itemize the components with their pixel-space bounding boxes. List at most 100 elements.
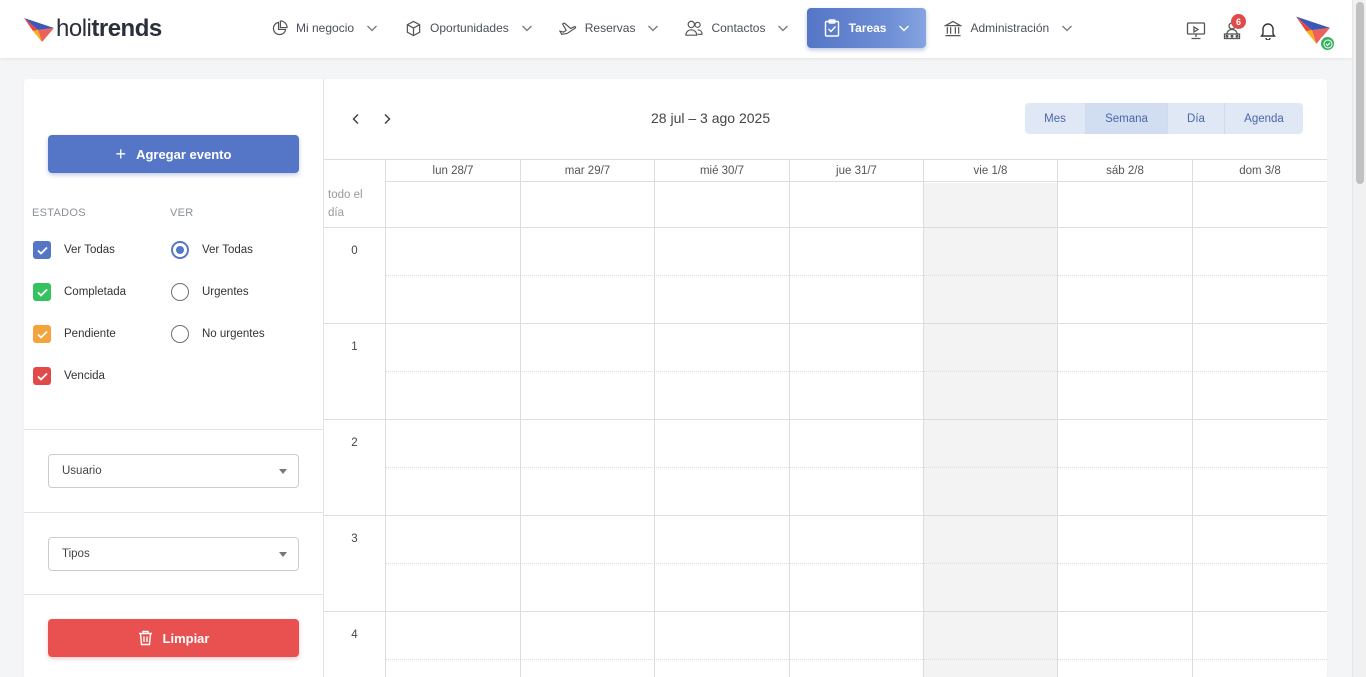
half-hour-divider <box>385 659 1327 660</box>
hour-label: 3 <box>351 533 358 545</box>
hour-label: 0 <box>351 245 358 257</box>
monitor-icon <box>1186 21 1206 43</box>
chevron-right-icon <box>384 113 391 125</box>
tipos-select-value: Tipos <box>62 548 90 560</box>
notifications-button[interactable] <box>1250 16 1286 48</box>
scrollbar-thumb[interactable] <box>1356 2 1364 184</box>
view-month-button[interactable]: Mes <box>1025 103 1086 134</box>
cube-icon <box>404 19 422 37</box>
day-header[interactable]: mié 30/7 <box>654 160 789 182</box>
nav-item-tareas[interactable]: Tareas <box>807 8 927 48</box>
ver-todas-radio[interactable]: Ver Todas <box>171 241 253 259</box>
all-day-label: todo el día <box>328 189 363 219</box>
chevron-down-icon <box>366 22 378 34</box>
chevron-down-icon <box>647 22 659 34</box>
holitrends-logo[interactable]: holitrends <box>24 13 162 45</box>
divider <box>24 429 323 430</box>
presentation-button[interactable] <box>1178 16 1214 48</box>
radio-selected[interactable] <box>171 241 189 259</box>
view-day-button[interactable]: Día <box>1168 103 1225 134</box>
estado-vencida[interactable]: Vencida <box>33 367 105 385</box>
day-header[interactable]: dom 3/8 <box>1192 160 1327 182</box>
today-column <box>923 183 1057 677</box>
clear-label: Limpiar <box>162 630 210 646</box>
add-event-label: Agregar evento <box>136 146 232 162</box>
chevron-down-icon <box>521 22 533 34</box>
clear-filters-button[interactable]: Limpiar <box>48 619 299 657</box>
view-switcher: Mes Semana Día Agenda <box>1025 103 1303 134</box>
estado-pendiente[interactable]: Pendiente <box>33 325 116 343</box>
tipos-select[interactable]: Tipos <box>48 537 299 571</box>
prev-week-button[interactable] <box>346 109 366 129</box>
row-divider <box>324 515 1327 516</box>
day-header[interactable]: vie 1/8 <box>923 160 1057 182</box>
estado-ver-todas[interactable]: Ver Todas <box>33 241 115 259</box>
estado-label: Pendiente <box>64 328 116 340</box>
avatar[interactable] <box>1294 12 1336 52</box>
radio-unselected[interactable] <box>171 283 189 301</box>
top-navbar: holitrends Mi negocio Oportunidades Rese… <box>0 0 1352 58</box>
checkbox-checked-icon[interactable] <box>33 367 51 385</box>
next-week-button[interactable] <box>377 109 397 129</box>
nav-item-oportunidades[interactable]: Oportunidades <box>396 8 541 48</box>
date-range-title: 28 jul – 3 ago 2025 <box>651 110 771 126</box>
view-agenda-button[interactable]: Agenda <box>1225 103 1303 134</box>
chevron-down-icon <box>898 22 910 34</box>
plus-icon: + <box>115 144 127 164</box>
calendar-grid: lun 28/7 mar 29/7 mié 30/7 jue 31/7 vie … <box>324 159 1327 677</box>
no-urgentes-radio[interactable]: No urgentes <box>171 325 265 343</box>
nav-item-administracion[interactable]: Administración <box>936 8 1081 48</box>
notification-badge: 6 <box>1231 14 1246 29</box>
hour-label: 1 <box>351 341 358 353</box>
page-scrollbar[interactable] <box>1352 0 1366 677</box>
trash-icon <box>138 630 153 646</box>
estados-heading: ESTADOS <box>32 207 86 219</box>
brand-name: holitrends <box>56 15 162 42</box>
checkbox-checked-icon[interactable] <box>33 241 51 259</box>
nav-label: Reservas <box>584 21 636 35</box>
usuario-select[interactable]: Usuario <box>48 454 299 488</box>
nav-label: Contactos <box>711 21 766 35</box>
row-divider <box>324 323 1327 324</box>
row-divider <box>324 419 1327 420</box>
estado-label: Completada <box>64 286 127 298</box>
nav-item-reservas[interactable]: Reservas <box>551 8 668 48</box>
main-nav: Mi negocio Oportunidades Reservas Contac… <box>262 8 1091 48</box>
bell-icon <box>1259 21 1277 43</box>
half-hour-divider <box>385 371 1327 372</box>
nav-item-mi-negocio[interactable]: Mi negocio <box>262 8 386 48</box>
nav-item-contactos[interactable]: Contactos <box>677 8 797 48</box>
divider <box>24 594 323 595</box>
radio-unselected[interactable] <box>171 325 189 343</box>
users-icon <box>685 19 704 37</box>
usuario-select-value: Usuario <box>62 465 102 477</box>
half-hour-divider <box>385 467 1327 468</box>
brand-mark-icon <box>24 18 54 42</box>
hour-label: 2 <box>351 437 358 449</box>
caret-down-icon <box>279 469 287 474</box>
estado-label: Vencida <box>64 370 105 382</box>
view-week-button[interactable]: Semana <box>1086 103 1168 134</box>
nav-label: Tareas <box>848 21 887 35</box>
urgentes-radio[interactable]: Urgentes <box>171 283 249 301</box>
nav-label: Oportunidades <box>430 21 509 35</box>
checkbox-checked-icon[interactable] <box>33 325 51 343</box>
week-calendar: 28 jul – 3 ago 2025 Mes Semana Día Agend… <box>324 79 1327 677</box>
estado-completada[interactable]: Completada <box>33 283 126 301</box>
chevron-down-icon <box>777 22 789 34</box>
nav-label: Administración <box>970 21 1050 35</box>
bank-icon <box>944 19 963 37</box>
nav-label: Mi negocio <box>296 21 355 35</box>
row-divider <box>324 227 1327 228</box>
day-header[interactable]: sáb 2/8 <box>1057 160 1192 182</box>
hour-label: 4 <box>351 629 358 641</box>
checkbox-checked-icon[interactable] <box>33 283 51 301</box>
add-event-button[interactable]: + Agregar evento <box>48 135 299 173</box>
day-header[interactable]: lun 28/7 <box>385 160 520 182</box>
filters-sidebar: + Agregar evento ESTADOS VER Ver Todas C… <box>24 79 324 677</box>
day-header[interactable]: jue 31/7 <box>789 160 923 182</box>
day-header[interactable]: mar 29/7 <box>520 160 654 182</box>
ver-heading: VER <box>170 207 194 219</box>
team-notifications-button[interactable]: 6 <box>1214 14 1250 48</box>
chevron-down-icon <box>1061 22 1073 34</box>
